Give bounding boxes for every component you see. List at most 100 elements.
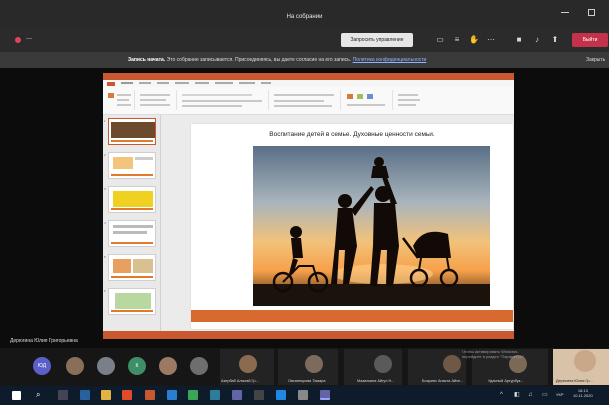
thumb-number: 2 bbox=[104, 153, 106, 157]
insert-tab[interactable] bbox=[139, 82, 151, 84]
paste-icon[interactable] bbox=[108, 93, 114, 98]
participant-name: Мазилкина Айгул Н... bbox=[357, 379, 395, 383]
leave-button[interactable]: Выйти bbox=[572, 33, 608, 47]
privacy-link[interactable]: Политика конфиденциальности bbox=[353, 57, 427, 63]
participant-avatar bbox=[443, 355, 461, 373]
excel-icon[interactable] bbox=[188, 390, 198, 400]
shapes-icon[interactable] bbox=[347, 94, 353, 99]
recording-indicator-icon bbox=[15, 37, 21, 43]
microphone-icon[interactable]: ♪ bbox=[532, 35, 542, 45]
participant-name: Овсянецкова Тамара bbox=[288, 379, 326, 383]
camera-icon[interactable]: ■ bbox=[514, 35, 524, 45]
file-tab[interactable] bbox=[107, 82, 115, 86]
chat-icon[interactable]: ≡ bbox=[452, 35, 462, 45]
banner-bold: Запись начата. bbox=[128, 57, 166, 63]
participant-avatar bbox=[374, 355, 392, 373]
file-explorer-icon[interactable] bbox=[101, 390, 111, 400]
review-tab[interactable] bbox=[239, 82, 255, 84]
app-icon[interactable] bbox=[276, 390, 286, 400]
ribbon bbox=[103, 87, 514, 115]
thumb-number: 5 bbox=[104, 255, 106, 259]
thumb-number: 1 bbox=[104, 119, 106, 123]
slide-thumbnail[interactable] bbox=[108, 254, 156, 281]
arrange-icon[interactable] bbox=[357, 94, 363, 99]
battery-icon[interactable]: ▭ bbox=[542, 390, 552, 400]
participant-name: Удачный Артурбук... bbox=[488, 379, 524, 383]
thumb-number: 6 bbox=[104, 289, 106, 293]
edge-icon[interactable] bbox=[80, 390, 90, 400]
drawing-group bbox=[343, 90, 393, 110]
network-icon[interactable]: ◧ bbox=[514, 390, 524, 400]
presenter-name: Дерюгина Юлия Григорьевна bbox=[10, 338, 78, 344]
design-tab[interactable] bbox=[157, 82, 169, 84]
teams-icon[interactable] bbox=[232, 390, 242, 400]
language-indicator[interactable]: УКР bbox=[556, 392, 564, 397]
banner-message: Запись начата. Это собрание записывается… bbox=[128, 57, 426, 63]
thumb-number: 3 bbox=[104, 187, 106, 191]
powerpoint-icon[interactable] bbox=[145, 390, 155, 400]
slides-group bbox=[137, 90, 177, 110]
current-slide[interactable]: Воспитание детей в семье. Духовные ценно… bbox=[191, 124, 513, 329]
powerpoint-title-bar bbox=[103, 73, 514, 80]
font-group bbox=[179, 90, 269, 110]
more-options-icon[interactable]: ⋯ bbox=[486, 35, 496, 45]
request-control-button[interactable]: Запросить управление bbox=[341, 33, 413, 47]
maximize-icon[interactable] bbox=[588, 9, 595, 16]
word-icon[interactable] bbox=[167, 390, 177, 400]
participant-avatar[interactable] bbox=[66, 357, 84, 375]
view-tab[interactable] bbox=[261, 82, 271, 84]
self-video-avatar bbox=[574, 350, 596, 372]
teams-active-icon[interactable] bbox=[320, 390, 330, 400]
powerpoint-status-bar bbox=[103, 331, 514, 339]
slide-thumbnail[interactable] bbox=[108, 152, 156, 179]
paragraph-group bbox=[271, 90, 341, 110]
task-view-icon[interactable] bbox=[58, 390, 68, 400]
quick-styles-icon[interactable] bbox=[367, 94, 373, 99]
windows-start-icon[interactable] bbox=[12, 391, 21, 400]
raise-hand-icon[interactable]: ✋ bbox=[469, 35, 479, 45]
app-icon[interactable] bbox=[254, 390, 264, 400]
banner-text: Это собрание записывается. Присоединяясь… bbox=[166, 57, 352, 63]
teams-window: На собрании — Запросить управление ▭ ≡ ✋… bbox=[0, 0, 609, 405]
search-icon[interactable]: ⌕ bbox=[36, 390, 46, 400]
banner-close-button[interactable]: Закрыть bbox=[586, 57, 605, 63]
share-screen-icon[interactable]: ⬆ bbox=[550, 35, 560, 45]
recording-time: — bbox=[26, 36, 32, 42]
windows-activation-notice: Чтобы активировать Windows, перейдите в … bbox=[462, 349, 525, 359]
thumb-number: 4 bbox=[104, 221, 106, 225]
participant-avatar[interactable] bbox=[159, 357, 177, 375]
slide-thumbnail[interactable] bbox=[108, 118, 156, 145]
transitions-tab[interactable] bbox=[175, 82, 189, 84]
participant-avatar bbox=[239, 355, 257, 373]
app-icon[interactable] bbox=[298, 390, 308, 400]
tray-chevron-icon[interactable]: ^ bbox=[500, 390, 510, 400]
slide-thumbnail[interactable] bbox=[108, 288, 156, 315]
participant-avatar[interactable]: ЮД bbox=[33, 357, 51, 375]
powerpoint-window: 1 2 3 4 5 6 Воспитание детей в семье. Ду… bbox=[103, 73, 514, 339]
slide-thumbnail[interactable] bbox=[108, 186, 156, 213]
slide-editor: Воспитание детей в семье. Духовные ценно… bbox=[161, 115, 514, 331]
home-tab[interactable] bbox=[121, 82, 133, 84]
chrome-icon[interactable] bbox=[122, 390, 132, 400]
ribbon-tabs bbox=[103, 80, 514, 87]
animations-tab[interactable] bbox=[195, 82, 209, 84]
slide-thumbnail[interactable] bbox=[108, 220, 156, 247]
clock[interactable]: 16:13 10.11.2020 bbox=[573, 388, 593, 398]
volume-icon[interactable]: ♫ bbox=[528, 390, 538, 400]
participant-name: Азербаб Алыхай Гр... bbox=[221, 379, 259, 383]
participant-name: Дерюгина Юлия Гр... bbox=[556, 379, 593, 383]
slide-thumbnails: 1 2 3 4 5 6 bbox=[103, 115, 161, 331]
app-icon[interactable] bbox=[210, 390, 220, 400]
family-silhouette-image bbox=[253, 146, 490, 306]
slideshow-tab[interactable] bbox=[215, 82, 233, 84]
participant-avatar[interactable] bbox=[190, 357, 208, 375]
meeting-title: На собрании bbox=[286, 14, 323, 20]
participant-avatar[interactable]: К bbox=[128, 357, 146, 375]
participant-avatar[interactable] bbox=[97, 357, 115, 375]
video-icon[interactable]: ▭ bbox=[435, 35, 445, 45]
slide-footer-band bbox=[191, 310, 513, 322]
minimize-icon[interactable] bbox=[561, 12, 569, 13]
editing-group bbox=[395, 90, 425, 110]
clock-date: 10.11.2020 bbox=[573, 393, 593, 398]
title-bar: На собрании bbox=[0, 0, 609, 28]
